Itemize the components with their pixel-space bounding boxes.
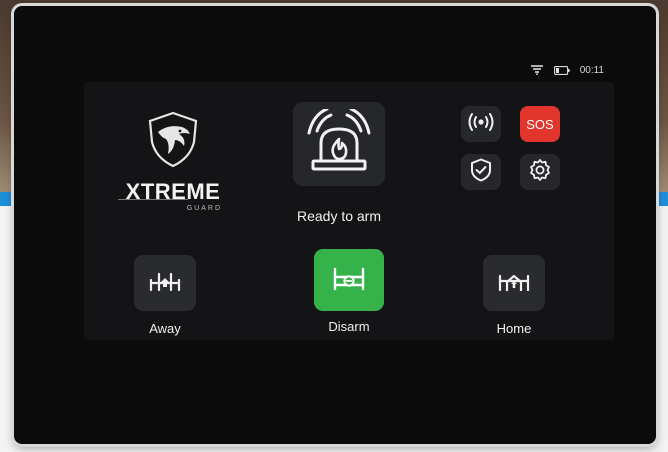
wifi-icon	[530, 65, 544, 75]
broadcast-button[interactable]	[461, 106, 501, 142]
mode-home-tile[interactable]	[483, 255, 545, 311]
mode-away-button[interactable]: Away	[132, 255, 198, 336]
logo-divider	[118, 199, 188, 200]
clock-time: 00:11	[579, 64, 604, 76]
brand-logo: XTREME GUARD	[114, 110, 232, 212]
broadcast-icon	[468, 112, 494, 137]
security-shield-button[interactable]	[461, 154, 501, 190]
settings-button[interactable]	[520, 154, 560, 190]
eagle-shield-icon	[144, 110, 202, 173]
mode-disarm-button[interactable]: Disarm	[313, 249, 385, 334]
home-house-icon	[497, 270, 531, 297]
siren-icon	[301, 107, 377, 180]
touch-screen: 00:11 XTREME GUARD Ready to arm SOS Away…	[84, 65, 614, 340]
alarm-status-button[interactable]	[293, 102, 385, 186]
gear-icon	[528, 158, 552, 187]
mode-home-button[interactable]: Home	[481, 255, 547, 336]
shield-check-icon	[470, 158, 492, 187]
away-house-icon	[148, 270, 182, 297]
battery-icon	[553, 65, 570, 75]
sos-button[interactable]: SOS	[520, 106, 560, 142]
logo-wordmark: XTREME	[125, 179, 221, 204]
mode-disarm-label: Disarm	[328, 319, 370, 334]
mode-disarm-tile[interactable]	[314, 249, 384, 311]
disarm-house-icon	[331, 265, 367, 296]
status-bar: 00:11	[530, 62, 604, 78]
arm-status-text: Ready to arm	[296, 208, 382, 224]
sos-label: SOS	[526, 116, 554, 132]
logo-subtitle: GUARD	[186, 205, 222, 212]
mode-home-label: Home	[496, 321, 532, 336]
mode-away-tile[interactable]	[134, 255, 196, 311]
panel-device: 00:11 XTREME GUARD Ready to arm SOS Away…	[14, 6, 656, 444]
mode-away-label: Away	[149, 321, 181, 336]
